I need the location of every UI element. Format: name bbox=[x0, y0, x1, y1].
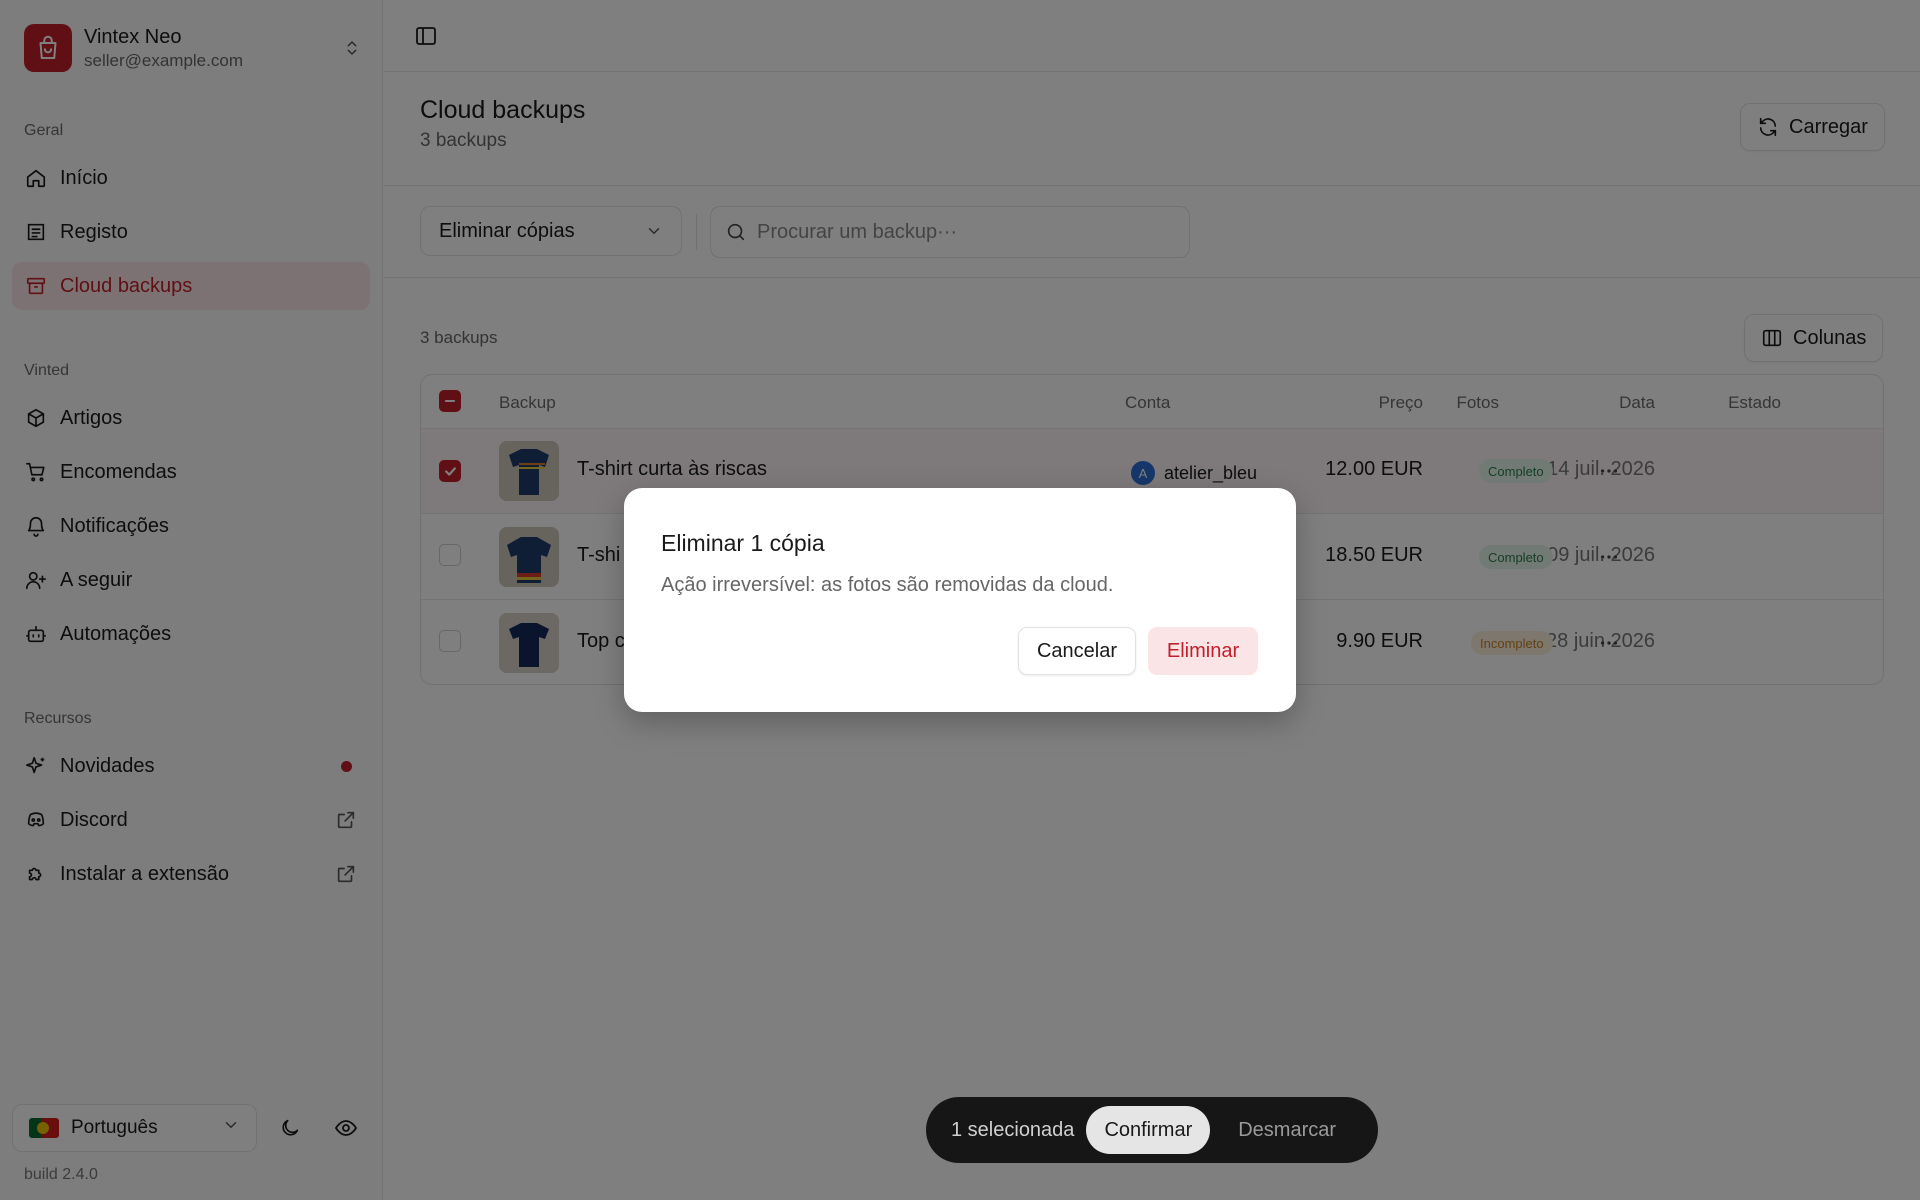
clear-selection-button[interactable]: Desmarcar bbox=[1238, 1119, 1336, 1142]
selection-count: 1 selecionada bbox=[951, 1118, 1075, 1141]
dialog-description: Ação irreversível: as fotos são removida… bbox=[661, 574, 1114, 596]
confirm-delete-dialog: Eliminar 1 cópia Ação irreversível: as f… bbox=[624, 488, 1296, 712]
cancel-button[interactable]: Cancelar bbox=[1018, 627, 1136, 675]
selection-action-bar: 1 selecionada Confirmar Desmarcar bbox=[926, 1097, 1378, 1163]
delete-button[interactable]: Eliminar bbox=[1148, 627, 1258, 675]
confirm-selection-button[interactable]: Confirmar bbox=[1086, 1106, 1211, 1154]
dialog-title: Eliminar 1 cópia bbox=[661, 530, 825, 556]
